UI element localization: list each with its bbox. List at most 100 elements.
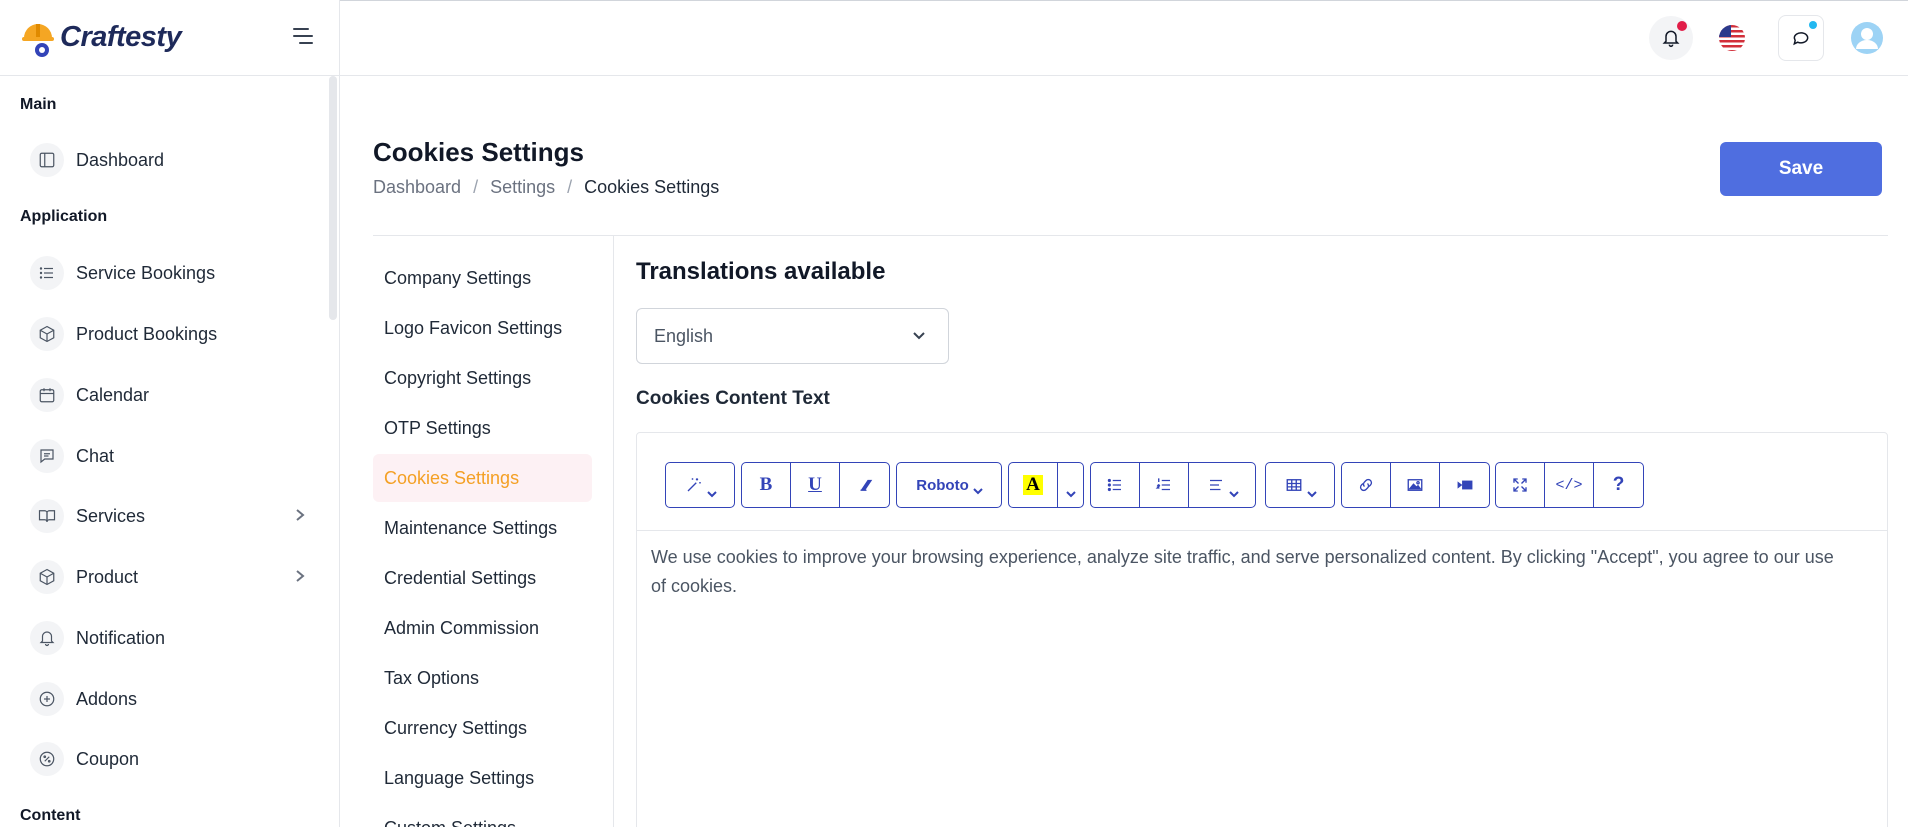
sidebar-item-chat[interactable]: Chat [30,436,310,476]
settings-item-currency[interactable]: Currency Settings [373,704,592,752]
caret-down-icon [973,482,983,495]
chat-icon [30,439,64,473]
toolbar-group-view: </> ? [1495,462,1644,508]
settings-item-logo-favicon[interactable]: Logo Favicon Settings [373,304,592,352]
settings-item-maintenance[interactable]: Maintenance Settings [373,504,592,552]
messages-button[interactable] [1778,15,1824,61]
sidebar-item-label: Coupon [76,748,140,769]
settings-menu: Company Settings Logo Favicon Settings C… [373,236,614,827]
code-icon: </> [1555,476,1583,494]
book-icon [30,499,64,533]
magic-wand-icon [687,478,701,492]
chevron-right-icon [294,569,305,582]
insert-video-button[interactable] [1440,463,1489,507]
table-button[interactable] [1266,463,1334,507]
breadcrumb-separator: / [567,177,573,197]
toolbar-group-table [1265,462,1335,508]
layout-icon [30,143,64,177]
code-view-button[interactable]: </> [1545,463,1594,507]
toolbar-group-color: A [1008,462,1084,508]
message-icon [1793,32,1809,46]
brand-name: Craftesty [60,21,182,53]
craftesty-logo-icon [20,18,56,58]
sidebar-item-coupon[interactable]: Coupon [30,739,310,779]
sidebar-item-calendar[interactable]: Calendar [30,375,310,415]
us-flag-icon [1719,25,1745,51]
settings-item-admin-commission[interactable]: Admin Commission [373,604,592,652]
insert-link-button[interactable] [1342,463,1391,507]
sidebar-item-product-bookings[interactable]: Product Bookings [30,314,310,354]
caret-down-icon [1306,482,1317,498]
messages-dot [1809,21,1817,29]
toolbar-group-format: B U [741,462,890,508]
user-avatar[interactable] [1844,15,1890,61]
box-icon [30,560,64,594]
settings-item-credential[interactable]: Credential Settings [373,554,592,602]
chevron-right-icon [294,508,305,521]
settings-item-copyright[interactable]: Copyright Settings [373,354,592,402]
sidebar-item-label: Dashboard [76,149,165,170]
sidebar-item-dashboard[interactable]: Dashboard [30,140,310,180]
caret-down-icon [1066,482,1076,498]
list-icon [30,256,64,290]
bold-button[interactable]: B [742,463,791,507]
sidebar-item-product[interactable]: Product [30,557,310,597]
notification-button[interactable] [1649,16,1693,60]
sidebar-item-label: Calendar [76,384,150,405]
style-button[interactable] [666,463,734,507]
translations-title: Translations available [636,258,886,285]
font-family-select[interactable]: Roboto [897,463,1001,507]
breadcrumb-dashboard[interactable]: Dashboard [373,177,461,198]
help-icon: ? [1612,474,1625,495]
sidebar-item-label: Product [76,566,139,587]
help-button[interactable]: ? [1594,463,1643,507]
sidebar-item-label: Service Bookings [76,262,216,283]
language-select[interactable]: English [636,308,949,364]
user-avatar-icon [1851,22,1883,54]
language-button[interactable] [1709,15,1755,61]
breadcrumb-current: Cookies Settings [584,177,720,197]
box-icon [30,317,64,351]
video-icon [1457,480,1472,490]
color-dropdown-button[interactable] [1058,463,1083,507]
sidebar-item-label: Addons [76,688,138,709]
settings-item-tax-options[interactable]: Tax Options [373,654,592,702]
font-family-value: Roboto [916,476,969,494]
sidebar-scrollbar[interactable] [329,76,337,320]
underline-button[interactable]: U [791,463,840,507]
editor-content[interactable]: We use cookies to improve your browsing … [651,543,1851,601]
settings-item-otp[interactable]: OTP Settings [373,404,592,452]
percent-icon [30,742,64,776]
insert-image-button[interactable] [1391,463,1440,507]
toolbar-group-insert [1341,462,1490,508]
menu-toggle-icon[interactable] [293,28,313,46]
numbered-list-button[interactable] [1140,463,1189,507]
numbered-list-icon [1155,478,1170,491]
table-icon [1286,479,1301,491]
sidebar: Craftesty Main Dashboard Application Ser… [0,0,340,827]
settings-item-cookies[interactable]: Cookies Settings [373,454,592,502]
settings-item-custom[interactable]: Custom Settings [373,804,592,827]
align-button[interactable] [1189,463,1255,507]
settings-item-language[interactable]: Language Settings [373,754,592,802]
breadcrumb-settings[interactable]: Settings [490,177,555,198]
text-color-button[interactable]: A [1009,463,1058,507]
sidebar-item-label: Notification [76,627,166,648]
caret-down-icon [1228,482,1239,498]
sidebar-item-notification[interactable]: Notification [30,618,310,658]
topbar [340,0,1908,76]
save-button[interactable]: Save [1720,142,1882,196]
sidebar-item-service-bookings[interactable]: Service Bookings [30,253,310,293]
bullet-list-button[interactable] [1091,463,1140,507]
bold-icon: B [759,474,773,495]
settings-item-company[interactable]: Company Settings [373,254,592,302]
eraser-icon [860,479,872,491]
section-application: Application [20,208,108,225]
sidebar-item-services[interactable]: Services [30,496,310,536]
toolbar-group-style [665,462,735,508]
sidebar-item-addons[interactable]: Addons [30,679,310,719]
clear-format-button[interactable] [840,463,889,507]
fullscreen-button[interactable] [1496,463,1545,507]
plus-circle-icon [30,682,64,716]
breadcrumb-separator: / [473,177,479,197]
